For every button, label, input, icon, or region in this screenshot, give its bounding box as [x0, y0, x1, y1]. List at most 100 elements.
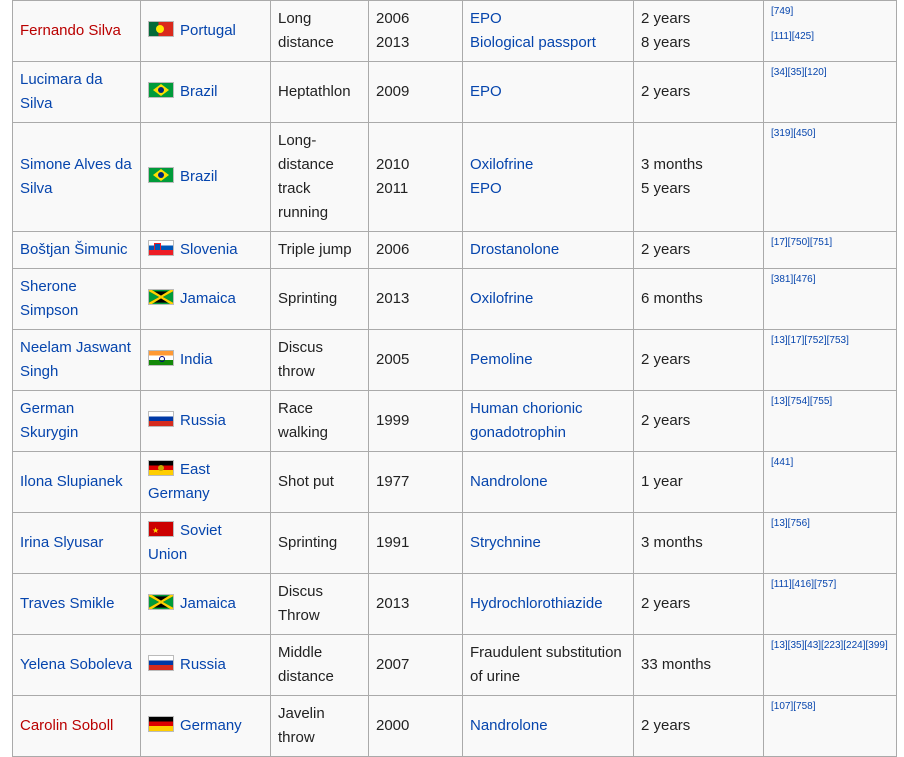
country-link[interactable]: Russia — [180, 656, 226, 673]
athlete-link[interactable]: Carolin Soboll — [20, 717, 113, 734]
athlete-link[interactable]: Fernando Silva — [20, 22, 121, 39]
athlete-link[interactable]: Irina Slyusar — [20, 534, 103, 551]
table-row: Fernando Silva Portugal Long distance 2006 2… — [12, 0, 897, 62]
reference-link[interactable]: [34][35][120] — [771, 66, 889, 79]
reference-link[interactable]: [111][416][757] — [771, 578, 889, 591]
year-cell: 1991 — [368, 512, 463, 574]
reference-link[interactable]: [13][35][43][223][224][399] — [771, 639, 889, 652]
substance-link[interactable]: Hydrochlorothiazide — [470, 592, 626, 616]
athlete-cell: Neelam Jaswant Singh — [12, 329, 141, 391]
reference-link[interactable]: [17][750][751] — [771, 236, 889, 249]
substance-cell: EPO — [462, 61, 634, 123]
reference-cell: [441] — [763, 451, 897, 513]
ban-text: 2 years — [641, 241, 691, 258]
substance-link[interactable]: Nandrolone — [470, 714, 626, 738]
reference-link[interactable]: [319][450] — [771, 127, 889, 140]
substance-link[interactable]: Nandrolone — [470, 470, 626, 494]
year-cell: 2006 — [368, 231, 463, 269]
athlete-link[interactable]: Boštjan Šimunic — [20, 241, 128, 258]
reference-link[interactable]: [13][756] — [771, 517, 889, 530]
country-link[interactable]: Russia — [180, 412, 226, 429]
athlete-link[interactable]: Yelena Soboleva — [20, 656, 132, 673]
ban-text: 2 years — [641, 351, 691, 368]
country-link[interactable]: Germany — [180, 717, 242, 734]
table-row: Irina Slyusar Soviet Union Sprinting 1991 St… — [12, 512, 897, 574]
country-cell: India — [140, 329, 271, 391]
event-cell: Sprinting — [270, 512, 369, 574]
event-text: Middle distance — [278, 644, 334, 685]
year-cell: 2006 2013 — [368, 0, 463, 62]
event-cell: Triple jump — [270, 231, 369, 269]
substance-link[interactable]: Oxilofrine — [470, 287, 626, 311]
substance-link[interactable]: EPO — [470, 7, 626, 31]
country-link[interactable]: Jamaica — [180, 290, 236, 307]
substance-link[interactable]: EPO — [470, 80, 626, 104]
athlete-cell: German Skurygin — [12, 390, 141, 452]
athlete-link[interactable]: Neelam Jaswant Singh — [20, 339, 131, 380]
pt-flag-icon — [148, 21, 174, 37]
event-cell: Shot put — [270, 451, 369, 513]
reference-cell: [111][416][757] — [763, 573, 897, 635]
country-link[interactable]: Brazil — [180, 168, 218, 185]
substance-link[interactable]: Pemoline — [470, 348, 626, 372]
athlete-cell: Traves Smikle — [12, 573, 141, 635]
country-cell: East Germany — [140, 451, 271, 513]
year-text: 2007 — [376, 656, 410, 673]
athlete-link[interactable]: Simone Alves da Silva — [20, 156, 132, 197]
reference-link[interactable]: [107][758] — [771, 700, 889, 713]
athlete-link[interactable]: Sherone Simpson — [20, 278, 78, 319]
country-link[interactable]: Slovenia — [180, 241, 238, 258]
athlete-link[interactable]: Lucimara da Silva — [20, 71, 103, 112]
substance-link[interactable]: Drostanolone — [470, 238, 626, 262]
year-cell: 2013 — [368, 573, 463, 635]
reference-cell: [17][750][751] — [763, 231, 897, 269]
ru-flag-icon — [148, 411, 174, 427]
year-cell: 2005 — [368, 329, 463, 391]
year-text: 2006 — [376, 10, 410, 27]
ban-cell: 2 years — [633, 695, 764, 757]
year-text: 1991 — [376, 534, 410, 551]
year-text: 2013 — [376, 595, 410, 612]
country-link[interactable]: Brazil — [180, 83, 218, 100]
substance-cell: Nandrolone — [462, 695, 634, 757]
year-text: 2013 — [376, 290, 410, 307]
country-link[interactable]: Jamaica — [180, 595, 236, 612]
reference-link[interactable]: [13][754][755] — [771, 395, 889, 408]
ban-cell: 1 year — [633, 451, 764, 513]
ban-cell: 2 years — [633, 390, 764, 452]
year-cell: 1977 — [368, 451, 463, 513]
athlete-link[interactable]: German Skurygin — [20, 400, 78, 441]
event-text: Sprinting — [278, 534, 338, 551]
ban-text: 8 years — [641, 34, 691, 51]
su-flag-icon — [148, 521, 174, 537]
year-cell: 2000 — [368, 695, 463, 757]
reference-link[interactable]: [441] — [771, 456, 889, 469]
country-cell: Russia — [140, 634, 271, 696]
athlete-link[interactable]: Traves Smikle — [20, 595, 114, 612]
substance-link[interactable]: Human chorionic gonadotrophin — [470, 397, 626, 445]
ban-text: 1 year — [641, 473, 683, 490]
ban-text: 2 years — [641, 717, 691, 734]
year-text: 2000 — [376, 717, 410, 734]
ban-cell: 2 years — [633, 231, 764, 269]
reference-link[interactable]: [13][17][752][753] — [771, 334, 889, 347]
country-link[interactable]: Portugal — [180, 22, 236, 39]
substance-link[interactable]: Oxilofrine — [470, 153, 626, 177]
table-row: Lucimara da Silva Brazil Heptathlon 2009 EPO… — [12, 61, 897, 123]
ban-text: 2 years — [641, 83, 691, 100]
event-cell: Sprinting — [270, 268, 369, 330]
reference-link[interactable]: [111][425] — [771, 30, 889, 43]
substance-link[interactable]: Strychnine — [470, 531, 626, 555]
reference-link[interactable]: [749] — [771, 5, 889, 18]
ban-text: 5 years — [641, 180, 691, 197]
year-text: 2011 — [376, 180, 409, 197]
athlete-link[interactable]: Ilona Slupianek — [20, 473, 123, 490]
substance-link[interactable]: EPO — [470, 177, 626, 201]
substance-link[interactable]: Biological passport — [470, 31, 626, 55]
table-row: Carolin Soboll Germany Javelin throw 2000 Na… — [12, 695, 897, 757]
reference-cell: [13][17][752][753] — [763, 329, 897, 391]
reference-link[interactable]: [381][476] — [771, 273, 889, 286]
country-cell: Slovenia — [140, 231, 271, 269]
country-link[interactable]: India — [180, 351, 213, 368]
year-text: 1977 — [376, 473, 410, 490]
